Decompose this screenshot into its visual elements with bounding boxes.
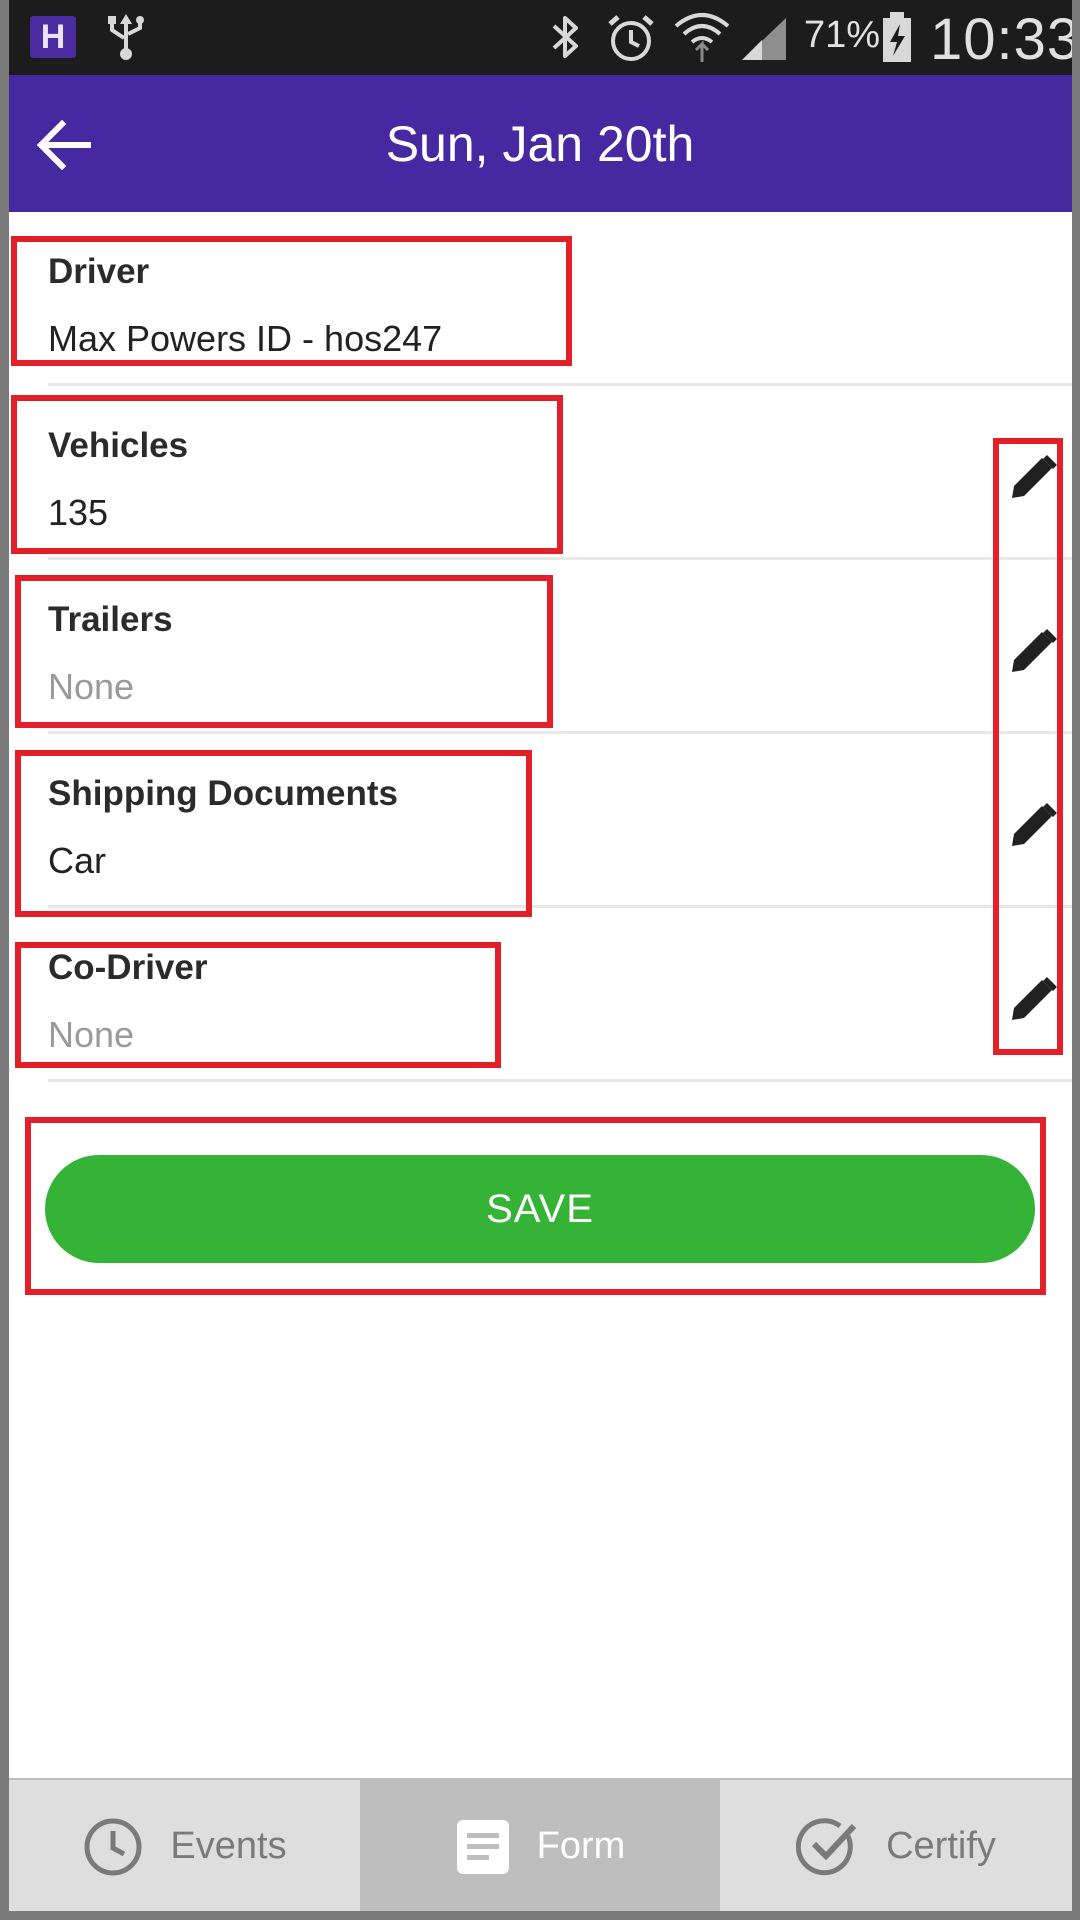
tab-form[interactable]: Form — [360, 1780, 720, 1913]
battery-charging-icon — [880, 10, 914, 69]
clock-icon — [84, 1818, 142, 1875]
field-value: 135 — [48, 492, 109, 533]
tab-certify[interactable]: Certify — [720, 1780, 1072, 1913]
field-label: Vehicles — [48, 426, 189, 465]
page-title: Sun, Jan 20th — [385, 116, 695, 172]
edit-vehicles-button[interactable] — [1008, 452, 1058, 502]
tab-label: Form — [536, 1825, 626, 1867]
bluetooth-icon — [546, 12, 586, 69]
clock-time: 10:33 — [930, 7, 1080, 72]
usb-icon — [104, 10, 148, 69]
wifi-icon — [672, 8, 732, 69]
device-frame-left — [0, 0, 9, 1920]
pencil-icon — [1012, 455, 1057, 498]
field-value: Max Powers ID - hos247 — [48, 318, 443, 359]
edit-shipping-documents-button[interactable] — [1008, 800, 1058, 850]
field-label: Trailers — [48, 600, 173, 639]
signal-icon — [738, 16, 790, 67]
alarm-icon — [604, 12, 658, 71]
field-label: Co-Driver — [48, 948, 208, 987]
save-button[interactable]: SAVE — [45, 1155, 1035, 1263]
shipping-documents-row[interactable]: Shipping Documents Car — [0, 734, 1080, 908]
pencil-icon — [1012, 629, 1057, 672]
device-frame-bottom — [0, 1911, 1080, 1920]
field-value: None — [48, 666, 135, 707]
divider — [48, 1079, 1072, 1082]
field-value: Car — [48, 840, 107, 881]
tab-label: Events — [170, 1825, 287, 1867]
field-label: Driver — [48, 252, 150, 291]
tab-events[interactable]: Events — [9, 1780, 360, 1913]
tab-label: Certify — [886, 1825, 996, 1867]
battery-percent: 71% — [804, 14, 881, 56]
pencil-icon — [1012, 977, 1057, 1020]
driver-row: Driver Max Powers ID - hos247 — [0, 212, 1080, 386]
vehicles-row[interactable]: Vehicles 135 — [0, 386, 1080, 560]
app-bar: Sun, Jan 20th — [0, 75, 1080, 212]
check-circle-icon — [796, 1817, 857, 1875]
co-driver-row[interactable]: Co-Driver None — [0, 908, 1080, 1082]
edit-co-driver-button[interactable] — [1008, 974, 1058, 1024]
document-icon — [456, 1819, 509, 1874]
status-bar: H 71% 10:33 — [0, 0, 1080, 75]
edit-trailers-button[interactable] — [1008, 626, 1058, 676]
field-label: Shipping Documents — [48, 774, 398, 813]
field-value: None — [48, 1014, 135, 1055]
app-notification-icon: H — [30, 16, 76, 58]
device-frame-right — [1072, 0, 1080, 1920]
pencil-icon — [1012, 803, 1057, 846]
bottom-navigation: Events Form Certify — [0, 1778, 1080, 1920]
trailers-row[interactable]: Trailers None — [0, 560, 1080, 734]
